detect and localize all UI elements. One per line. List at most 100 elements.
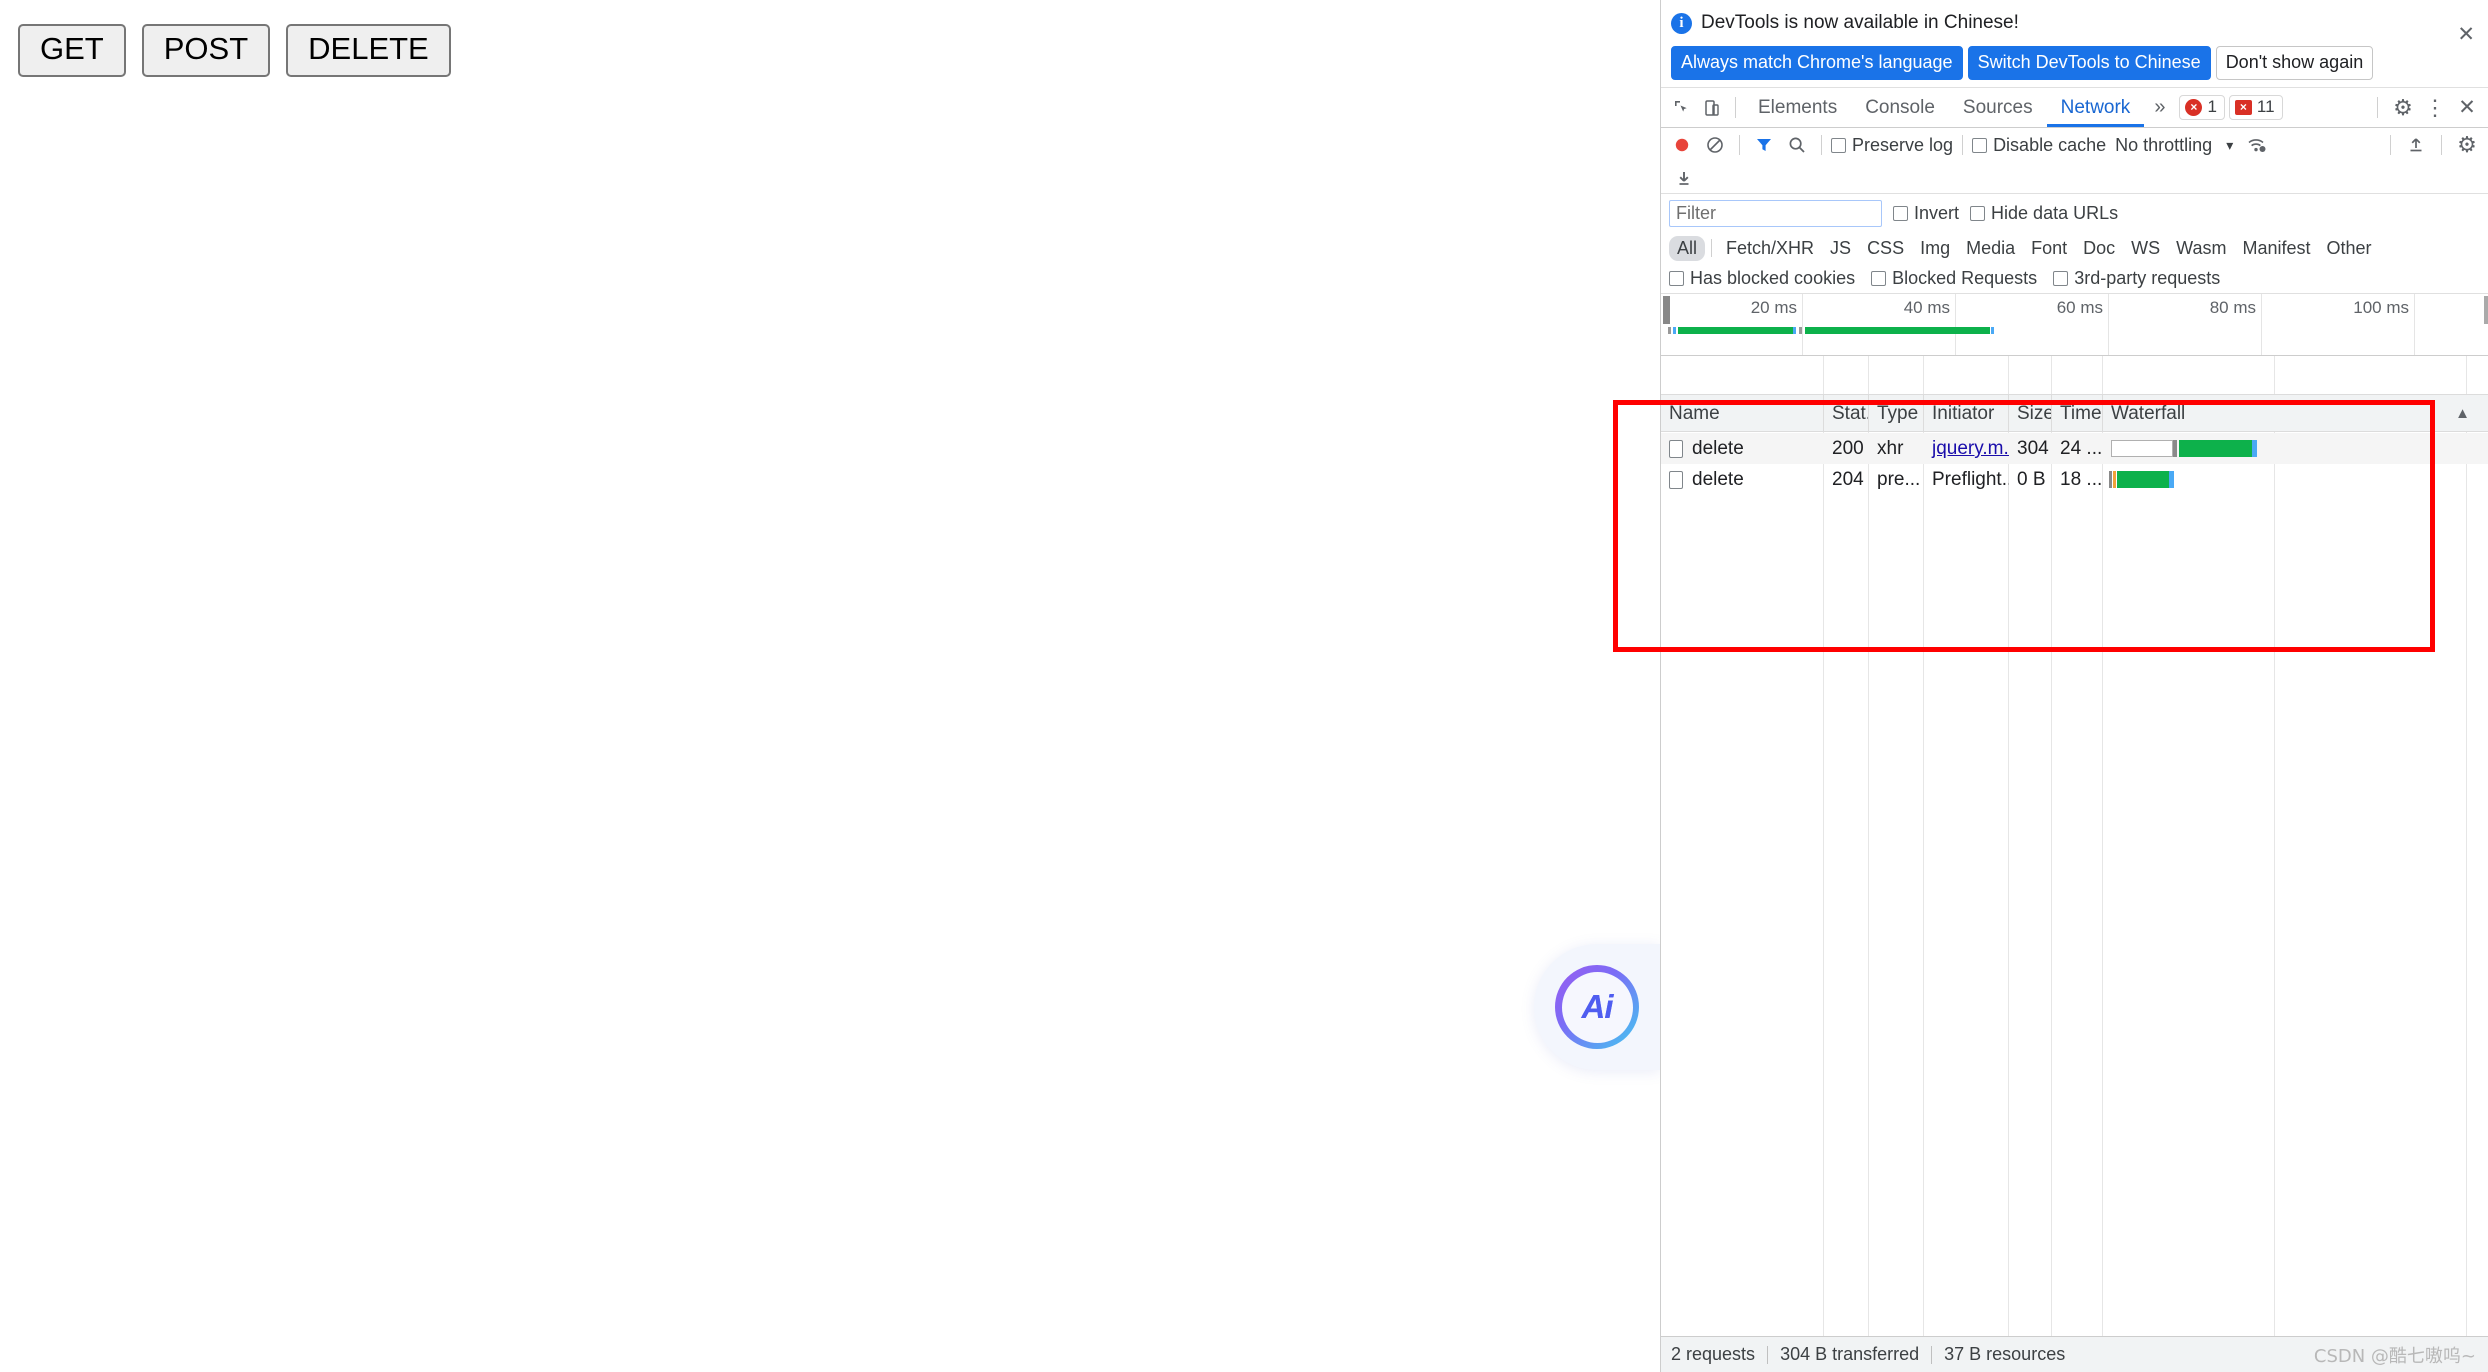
type-filter-js[interactable]: JS bbox=[1822, 236, 1859, 261]
overview-gridline bbox=[2261, 294, 2262, 355]
warning-count-value: 11 bbox=[2256, 97, 2275, 116]
delete-button[interactable]: DELETE bbox=[286, 24, 451, 78]
dont-show-again-button[interactable]: Don't show again bbox=[2215, 46, 2374, 80]
inspect-element-icon[interactable] bbox=[1667, 94, 1697, 122]
get-button[interactable]: GET bbox=[18, 24, 126, 78]
screen-root: GET POST DELETE Ai i DevTools is now ava… bbox=[0, 0, 2488, 1372]
type-filter-img[interactable]: Img bbox=[1912, 236, 1958, 261]
column-header-size[interactable]: Size bbox=[2009, 395, 2052, 432]
waterfall-download-segment bbox=[2117, 471, 2169, 488]
network-settings-gear-icon[interactable]: ⚙ bbox=[2452, 131, 2482, 159]
invert-box bbox=[1893, 205, 1908, 221]
type-filter-other[interactable]: Other bbox=[2319, 236, 2380, 261]
column-divider bbox=[2466, 356, 2467, 1372]
column-header-waterfall[interactable]: Waterfall bbox=[2103, 395, 2488, 432]
network-overview-timeline[interactable]: 20 ms 40 ms 60 ms 80 ms 100 ms bbox=[1661, 294, 2488, 356]
clear-network-log-icon[interactable] bbox=[1700, 131, 1730, 159]
always-match-language-button[interactable]: Always match Chrome's language bbox=[1671, 46, 1963, 80]
overview-marker bbox=[1991, 327, 1994, 334]
type-filter-all[interactable]: All bbox=[1669, 235, 1706, 261]
blocked-requests-checkbox[interactable]: Blocked Requests bbox=[1871, 268, 2037, 289]
filter-icon[interactable] bbox=[1749, 131, 1779, 159]
tabbar-right-divider bbox=[2377, 97, 2378, 118]
type-filter-fetch-xhr[interactable]: Fetch/XHR bbox=[1718, 236, 1822, 261]
type-filter-css[interactable]: CSS bbox=[1859, 236, 1912, 261]
error-icon: × bbox=[2185, 98, 2203, 116]
overview-right-handle[interactable] bbox=[2484, 296, 2488, 324]
http-method-buttons: GET POST DELETE bbox=[18, 24, 451, 78]
close-devtools-icon[interactable]: ✕ bbox=[2452, 93, 2482, 123]
notification-message-row: i DevTools is now available in Chinese! bbox=[1671, 8, 2478, 38]
cell-initiator: Preflight... bbox=[1932, 469, 2009, 490]
overview-gridline bbox=[1802, 294, 1803, 355]
invert-checkbox[interactable]: Invert bbox=[1893, 203, 1959, 224]
third-party-requests-label: 3rd-party requests bbox=[2074, 268, 2221, 288]
table-row[interactable]: delete 200 xhr jquery.m... 304 B 24 ... bbox=[1661, 433, 2488, 464]
column-header-initiator[interactable]: Initiator bbox=[1924, 395, 2009, 432]
third-party-requests-box bbox=[2053, 271, 2069, 286]
switch-to-chinese-button[interactable]: Switch DevTools to Chinese bbox=[1967, 46, 2211, 80]
document-icon bbox=[1669, 439, 1683, 458]
column-divider bbox=[2102, 356, 2103, 1372]
cell-initiator[interactable]: jquery.m... bbox=[1924, 433, 2009, 464]
tab-sources[interactable]: Sources bbox=[1949, 88, 2047, 127]
disable-cache-checkbox[interactable]: Disable cache bbox=[1972, 135, 2106, 156]
more-tabs-icon[interactable]: » bbox=[2144, 96, 2175, 119]
ai-assistant-widget[interactable]: Ai bbox=[1534, 944, 1660, 1070]
waterfall-end-marker bbox=[2169, 471, 2174, 488]
cell-name: delete bbox=[1661, 464, 1824, 495]
network-conditions-icon[interactable] bbox=[2242, 131, 2272, 159]
gear-icon[interactable]: ⚙ bbox=[2388, 93, 2418, 123]
third-party-requests-checkbox[interactable]: 3rd-party requests bbox=[2053, 268, 2220, 289]
hide-data-urls-checkbox[interactable]: Hide data URLs bbox=[1970, 203, 2118, 224]
resources-size: 37 B resources bbox=[1944, 1344, 2066, 1364]
ai-gradient-ring: Ai bbox=[1555, 965, 1639, 1049]
post-button[interactable]: POST bbox=[141, 24, 271, 78]
import-har-icon[interactable] bbox=[2401, 131, 2431, 159]
preserve-log-checkbox[interactable]: Preserve log bbox=[1831, 135, 1953, 156]
kebab-menu-icon[interactable]: ⋮ bbox=[2420, 93, 2450, 123]
overview-marker bbox=[1793, 327, 1796, 334]
tab-network[interactable]: Network bbox=[2046, 88, 2145, 127]
record-button-icon[interactable] bbox=[1667, 131, 1697, 159]
column-header-time[interactable]: Time bbox=[2052, 395, 2103, 432]
tab-elements[interactable]: Elements bbox=[1744, 88, 1851, 127]
disable-cache-box bbox=[1972, 137, 1988, 153]
invert-label: Invert bbox=[1914, 202, 1960, 223]
tabbar-right-actions: ⚙ ⋮ ✕ bbox=[2369, 93, 2482, 123]
tabbar-divider bbox=[1735, 97, 1736, 118]
cell-type: xhr bbox=[1877, 438, 1904, 459]
type-filter-manifest[interactable]: Manifest bbox=[2235, 236, 2319, 261]
document-icon bbox=[1669, 470, 1683, 489]
column-header-status[interactable]: Stat... bbox=[1824, 395, 1869, 432]
error-count-badge[interactable]: × 1 bbox=[2179, 95, 2225, 120]
warning-count-badge[interactable]: × 11 bbox=[2228, 95, 2283, 120]
export-har-icon[interactable] bbox=[1669, 164, 1699, 192]
type-filter-font[interactable]: Font bbox=[2023, 236, 2075, 261]
column-header-type[interactable]: Type bbox=[1869, 395, 1924, 432]
waterfall-stalled-marker bbox=[2113, 471, 2116, 488]
cell-status: 204 bbox=[1832, 469, 1864, 490]
filter-input[interactable] bbox=[1669, 199, 1882, 227]
preserve-log-box bbox=[1831, 137, 1846, 153]
column-header-name[interactable]: Name bbox=[1661, 395, 1824, 432]
device-toolbar-icon[interactable] bbox=[1697, 94, 1727, 122]
throttling-dropdown[interactable]: No throttling ▾ bbox=[2115, 135, 2233, 156]
tab-console[interactable]: Console bbox=[1851, 88, 1949, 127]
cell-status: 200 bbox=[1832, 438, 1864, 459]
type-filter-doc[interactable]: Doc bbox=[2075, 236, 2123, 261]
overview-left-handle[interactable] bbox=[1663, 296, 1670, 324]
type-filter-media[interactable]: Media bbox=[1958, 236, 2023, 261]
table-row[interactable]: delete 204 pre... Preflight... 0 B 18 ..… bbox=[1661, 464, 2488, 495]
overview-gridline bbox=[2414, 294, 2415, 355]
type-filter-ws[interactable]: WS bbox=[2123, 236, 2168, 261]
type-filter-wasm[interactable]: Wasm bbox=[2168, 236, 2234, 261]
column-divider bbox=[1823, 356, 1824, 1372]
notification-buttons: Always match Chrome's language Switch De… bbox=[1671, 46, 2478, 80]
search-icon[interactable] bbox=[1782, 131, 1812, 159]
has-blocked-cookies-checkbox[interactable]: Has blocked cookies bbox=[1669, 268, 1855, 289]
close-icon[interactable]: ✕ bbox=[2457, 22, 2475, 47]
sort-arrow-icon[interactable]: ▲ bbox=[2455, 405, 2470, 422]
column-divider bbox=[1923, 356, 1924, 1372]
blocked-requests-box bbox=[1871, 271, 1887, 286]
